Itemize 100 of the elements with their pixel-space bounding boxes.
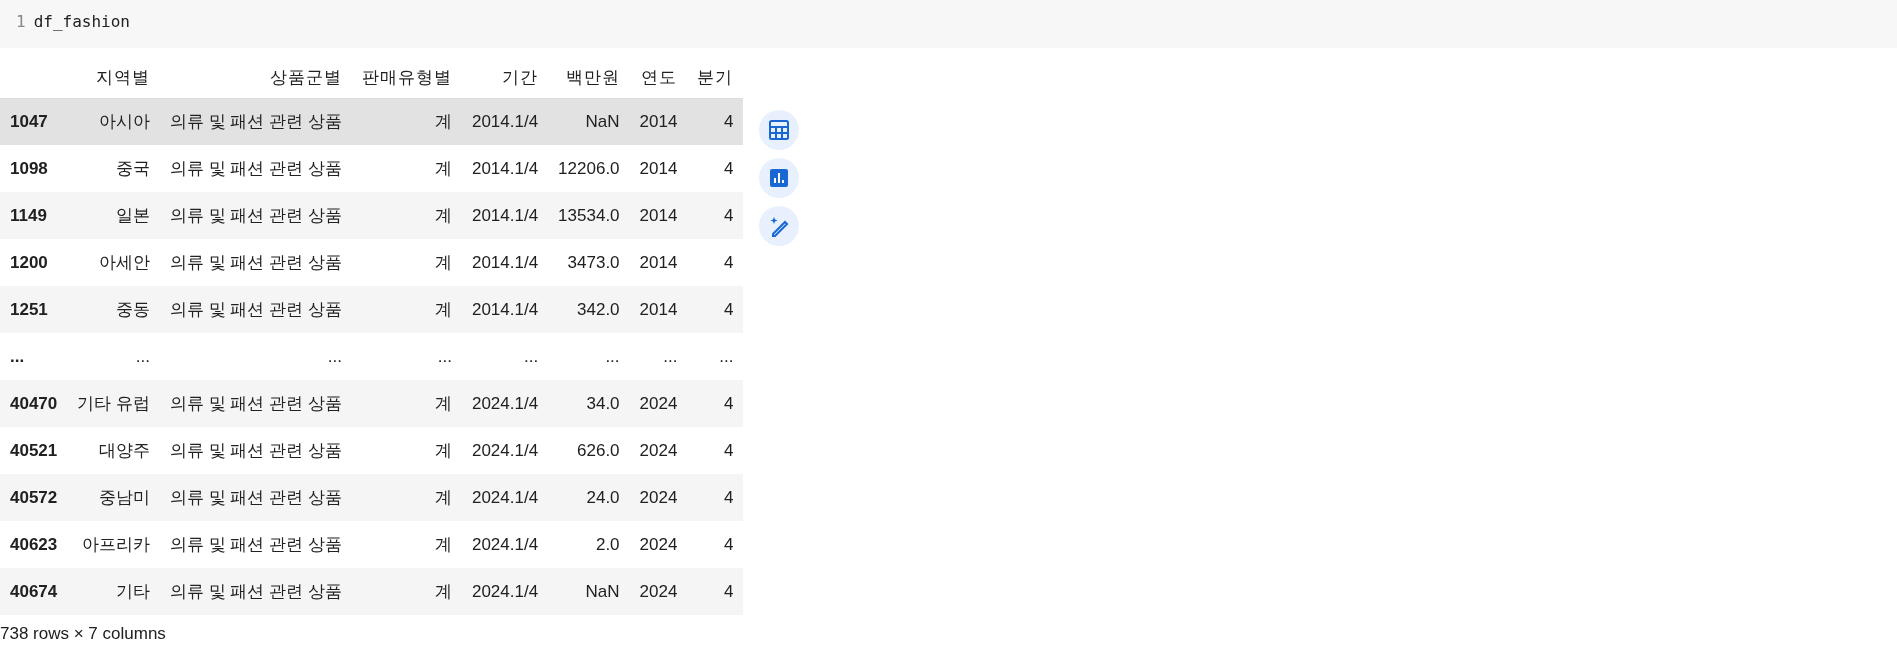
table-cell: ... — [160, 333, 352, 380]
table-cell: 아프리카 — [67, 521, 160, 568]
table-cell: 4 — [687, 380, 744, 427]
table-cell: 계 — [351, 98, 462, 145]
table-cell: 2014 — [629, 286, 688, 333]
table-cell: 13534.0 — [548, 192, 630, 239]
column-header: 상품군별 — [160, 58, 352, 98]
table-cell: 342.0 — [548, 286, 630, 333]
row-index: 1251 — [0, 286, 68, 333]
table-cell: 계 — [351, 192, 462, 239]
table-cell: 기타 유럽 — [67, 380, 160, 427]
table-cell: 2014.1/4 — [461, 98, 549, 145]
table-cell: 2014.1/4 — [461, 239, 549, 286]
table-cell: 의류 및 패션 관련 상품 — [160, 145, 352, 192]
table-cell: 3473.0 — [548, 239, 630, 286]
table-cell: 2024 — [629, 474, 688, 521]
table-cell: NaN — [548, 568, 630, 615]
table-cell: 2014 — [629, 98, 688, 145]
column-header: 연도 — [629, 58, 688, 98]
table-cell: 4 — [687, 474, 744, 521]
table-cell: 대양주 — [67, 427, 160, 474]
table-cell: 2014 — [629, 145, 688, 192]
bar-chart-button[interactable] — [759, 158, 800, 198]
table-cell: 4 — [687, 521, 744, 568]
code-text: df_fashion — [33, 11, 130, 33]
table-cell: 중국 — [67, 145, 160, 192]
table-cell: 2014 — [629, 239, 688, 286]
table-cell: 4 — [687, 145, 744, 192]
table-cell: 2024.1/4 — [461, 380, 549, 427]
column-header: 기간 — [461, 58, 549, 98]
table-cell: 2024.1/4 — [461, 474, 549, 521]
column-header: 백만원 — [548, 58, 630, 98]
row-index: 40623 — [0, 521, 68, 568]
table-cell: 계 — [351, 427, 462, 474]
table-cell: 의류 및 패션 관련 상품 — [160, 474, 352, 521]
table-cell: 의류 및 패션 관련 상품 — [160, 98, 352, 145]
row-index: 1047 — [0, 98, 68, 145]
row-count-text: 738 rows × 7 columns — [0, 623, 167, 645]
table-cell: 2014.1/4 — [461, 286, 549, 333]
table-cell: 626.0 — [548, 427, 630, 474]
table-cell: 기타 — [67, 568, 160, 615]
table-cell: 계 — [351, 145, 462, 192]
table-cell: 의류 및 패션 관련 상품 — [160, 521, 352, 568]
table-cell: 의류 및 패션 관련 상품 — [160, 286, 352, 333]
table-cell: 2024.1/4 — [461, 568, 549, 615]
table-cell: 2024 — [629, 380, 688, 427]
row-index: 40572 — [0, 474, 68, 521]
table-cell: 의류 및 패션 관련 상품 — [160, 239, 352, 286]
column-header: 판매유형별 — [351, 58, 462, 98]
table-cell: 2024.1/4 — [461, 427, 549, 474]
row-index: 1098 — [0, 145, 68, 192]
table-cell: 24.0 — [548, 474, 630, 521]
row-index: 40470 — [0, 380, 68, 427]
table-cell: 2014.1/4 — [461, 145, 549, 192]
table-cell: ... — [67, 333, 160, 380]
table-cell: 4 — [687, 192, 744, 239]
table-icon — [767, 118, 792, 142]
table-cell: 아세안 — [67, 239, 160, 286]
table-cell: 의류 및 패션 관련 상품 — [160, 192, 352, 239]
table-cell: 2024 — [629, 521, 688, 568]
table-button[interactable] — [759, 110, 800, 150]
table-cell: 2024 — [629, 427, 688, 474]
table-cell: 4 — [687, 427, 744, 474]
row-index: 1200 — [0, 239, 68, 286]
table-cell: ... — [687, 333, 744, 380]
table-cell: 4 — [687, 239, 744, 286]
table-cell: 2.0 — [548, 521, 630, 568]
table-cell: 중남미 — [67, 474, 160, 521]
table-cell: 계 — [351, 380, 462, 427]
table-cell: 중동 — [67, 286, 160, 333]
row-index: ... — [0, 333, 68, 380]
table-cell: 계 — [351, 521, 462, 568]
table-cell: ... — [351, 333, 462, 380]
magic-pen-button[interactable] — [759, 206, 800, 246]
table-cell: 12206.0 — [548, 145, 630, 192]
table-cell: 계 — [351, 239, 462, 286]
table-cell: 계 — [351, 474, 462, 521]
table-cell: 34.0 — [548, 380, 630, 427]
row-index: 40521 — [0, 427, 68, 474]
table-cell: 의류 및 패션 관련 상품 — [160, 568, 352, 615]
table-cell: 2024 — [629, 568, 688, 615]
table-cell: ... — [461, 333, 549, 380]
table-cell: 계 — [351, 286, 462, 333]
table-cell: 2014 — [629, 192, 688, 239]
column-header: 지역별 — [67, 58, 160, 98]
table-cell: 4 — [687, 98, 744, 145]
row-index: 40674 — [0, 568, 68, 615]
table-cell: 4 — [687, 568, 744, 615]
table-cell: 계 — [351, 568, 462, 615]
table-cell: NaN — [548, 98, 630, 145]
row-index: 1149 — [0, 192, 68, 239]
table-cell: 2014.1/4 — [461, 192, 549, 239]
table-cell: 2024.1/4 — [461, 521, 549, 568]
table-cell: 아시아 — [67, 98, 160, 145]
column-header: 분기 — [687, 58, 744, 98]
table-cell: ... — [548, 333, 630, 380]
table-cell: 4 — [687, 286, 744, 333]
table-cell: 의류 및 패션 관련 상품 — [160, 427, 352, 474]
table-cell: 의류 및 패션 관련 상품 — [160, 380, 352, 427]
table-cell: 일본 — [67, 192, 160, 239]
